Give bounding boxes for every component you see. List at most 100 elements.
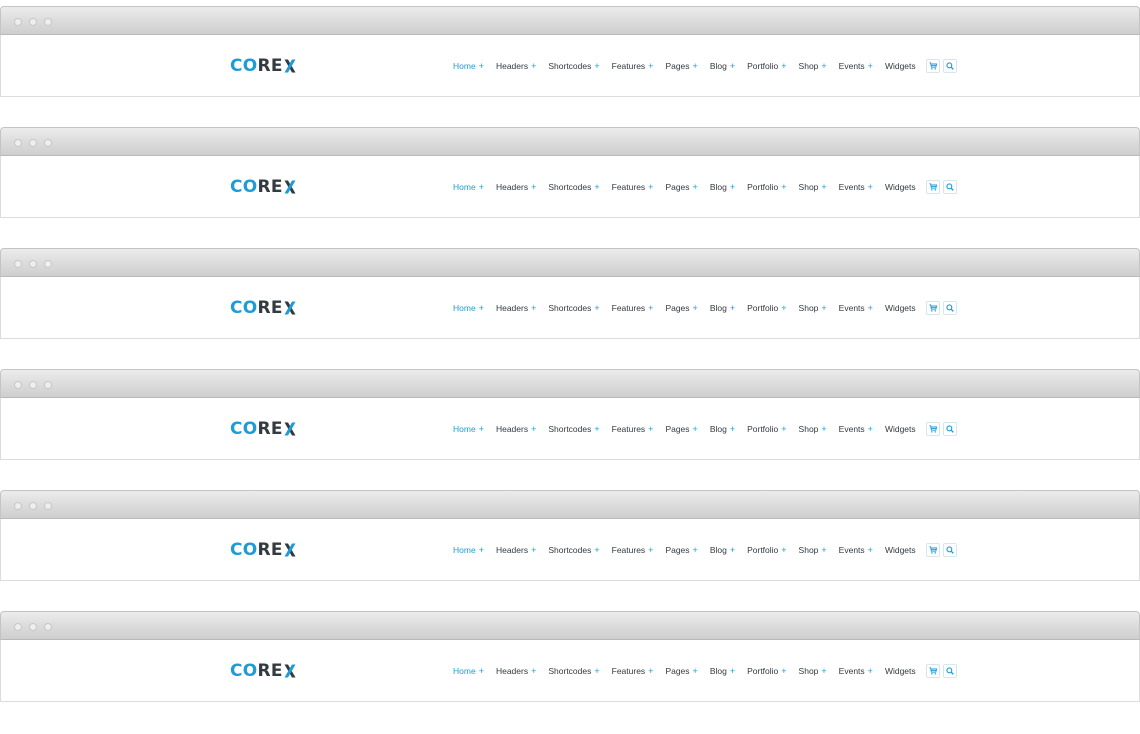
menu-item-pages[interactable]: Pages + xyxy=(665,424,697,434)
menu-item-widgets[interactable]: Widgets xyxy=(885,666,916,676)
menu-item-home[interactable]: Home + xyxy=(453,61,484,71)
menu-item-blog[interactable]: Blog + xyxy=(710,303,735,313)
search-button[interactable] xyxy=(942,543,957,557)
header-icons xyxy=(925,301,960,315)
corex-logo[interactable]: CO RE xyxy=(230,177,296,197)
window-dot-icon[interactable] xyxy=(29,18,37,26)
menu-item-home[interactable]: Home + xyxy=(453,303,484,313)
window-dot-icon[interactable] xyxy=(44,260,52,268)
window-dot-icon[interactable] xyxy=(14,381,22,389)
menu-item-shortcodes[interactable]: Shortcodes + xyxy=(548,545,599,555)
menu-item-blog[interactable]: Blog + xyxy=(710,424,735,434)
window-dot-icon[interactable] xyxy=(14,502,22,510)
menu-item-events[interactable]: Events + xyxy=(839,666,873,676)
menu-item-pages[interactable]: Pages + xyxy=(665,666,697,676)
corex-logo[interactable]: CO RE xyxy=(230,419,296,439)
menu-item-shortcodes[interactable]: Shortcodes + xyxy=(548,303,599,313)
menu-item-events[interactable]: Events + xyxy=(839,303,873,313)
window-dot-icon[interactable] xyxy=(44,139,52,147)
menu-item-features[interactable]: Features + xyxy=(612,424,654,434)
window-dot-icon[interactable] xyxy=(44,623,52,631)
window-dot-icon[interactable] xyxy=(29,623,37,631)
search-button[interactable] xyxy=(942,59,957,73)
window-dot-icon[interactable] xyxy=(29,381,37,389)
menu-item-shortcodes[interactable]: Shortcodes + xyxy=(548,666,599,676)
menu-item-events[interactable]: Events + xyxy=(839,61,873,71)
menu-item-shop[interactable]: Shop + xyxy=(799,61,827,71)
cart-button[interactable] xyxy=(925,664,940,678)
menu-item-shop[interactable]: Shop + xyxy=(799,182,827,192)
menu-item-features[interactable]: Features + xyxy=(612,182,654,192)
menu-item-blog[interactable]: Blog + xyxy=(710,666,735,676)
menu-item-shortcodes[interactable]: Shortcodes + xyxy=(548,61,599,71)
search-button[interactable] xyxy=(942,301,957,315)
window-dot-icon[interactable] xyxy=(29,260,37,268)
corex-logo[interactable]: CO RE xyxy=(230,298,296,318)
menu-item-headers[interactable]: Headers + xyxy=(496,666,536,676)
window-dot-icon[interactable] xyxy=(14,260,22,268)
menu-item-shop[interactable]: Shop + xyxy=(799,545,827,555)
menu-item-pages[interactable]: Pages + xyxy=(665,182,697,192)
menu-item-widgets[interactable]: Widgets xyxy=(885,182,916,192)
menu-item-shop[interactable]: Shop + xyxy=(799,666,827,676)
menu-item-blog[interactable]: Blog + xyxy=(710,545,735,555)
menu-item-shop[interactable]: Shop + xyxy=(799,424,827,434)
menu-item-features[interactable]: Features + xyxy=(612,545,654,555)
menu-item-home[interactable]: Home + xyxy=(453,182,484,192)
cart-button[interactable] xyxy=(925,301,940,315)
menu-item-shortcodes[interactable]: Shortcodes + xyxy=(548,424,599,434)
cart-button[interactable] xyxy=(925,180,940,194)
window-dot-icon[interactable] xyxy=(44,381,52,389)
window-dot-icon[interactable] xyxy=(29,502,37,510)
search-button[interactable] xyxy=(942,180,957,194)
menu-item-widgets[interactable]: Widgets xyxy=(885,545,916,555)
menu-item-shortcodes[interactable]: Shortcodes + xyxy=(548,182,599,192)
cart-button[interactable] xyxy=(925,422,940,436)
menu-item-events[interactable]: Events + xyxy=(839,182,873,192)
menu-item-widgets[interactable]: Widgets xyxy=(885,424,916,434)
search-button[interactable] xyxy=(942,664,957,678)
menu-item-events[interactable]: Events + xyxy=(839,545,873,555)
corex-logo[interactable]: CO RE xyxy=(230,56,296,76)
window-dot-icon[interactable] xyxy=(14,18,22,26)
menu-item-portfolio[interactable]: Portfolio + xyxy=(747,424,786,434)
menu-item-home[interactable]: Home + xyxy=(453,545,484,555)
search-button[interactable] xyxy=(942,422,957,436)
menu-item-home[interactable]: Home + xyxy=(453,666,484,676)
menu-item-features[interactable]: Features + xyxy=(612,303,654,313)
menu-item-widgets[interactable]: Widgets xyxy=(885,303,916,313)
corex-logo[interactable]: CO RE xyxy=(230,661,296,681)
menu-item-portfolio[interactable]: Portfolio + xyxy=(747,61,786,71)
menu-item-features[interactable]: Features + xyxy=(612,666,654,676)
menu-item-headers[interactable]: Headers + xyxy=(496,61,536,71)
corex-logo[interactable]: CO RE xyxy=(230,540,296,560)
cart-button[interactable] xyxy=(925,59,940,73)
menu-item-headers[interactable]: Headers + xyxy=(496,303,536,313)
window-dot-icon[interactable] xyxy=(14,623,22,631)
window-dot-icon[interactable] xyxy=(14,139,22,147)
menu-item-portfolio[interactable]: Portfolio + xyxy=(747,666,786,676)
menu-item-portfolio[interactable]: Portfolio + xyxy=(747,182,786,192)
menu-item-label: Pages xyxy=(665,61,690,71)
menu-item-headers[interactable]: Headers + xyxy=(496,182,536,192)
menu-item-portfolio[interactable]: Portfolio + xyxy=(747,303,786,313)
menu-item-blog[interactable]: Blog + xyxy=(710,182,735,192)
cart-button[interactable] xyxy=(925,543,940,557)
menu-item-pages[interactable]: Pages + xyxy=(665,61,697,71)
menu-item-portfolio[interactable]: Portfolio + xyxy=(747,545,786,555)
menu-item-headers[interactable]: Headers + xyxy=(496,424,536,434)
menu-item-home[interactable]: Home + xyxy=(453,424,484,434)
menu-item-label: Shortcodes xyxy=(548,182,592,192)
menu-item-blog[interactable]: Blog + xyxy=(710,61,735,71)
menu-item-shop[interactable]: Shop + xyxy=(799,303,827,313)
window-dot-icon[interactable] xyxy=(29,139,37,147)
window-dot-icon[interactable] xyxy=(44,18,52,26)
menu-item-headers[interactable]: Headers + xyxy=(496,545,536,555)
menu-item-pages[interactable]: Pages + xyxy=(665,303,697,313)
menu-item-pages[interactable]: Pages + xyxy=(665,545,697,555)
menu-item-widgets[interactable]: Widgets xyxy=(885,61,916,71)
menu-item-features[interactable]: Features + xyxy=(612,61,654,71)
window-dot-icon[interactable] xyxy=(44,502,52,510)
menu-item-events[interactable]: Events + xyxy=(839,424,873,434)
menu-item-label: Headers xyxy=(495,182,529,192)
